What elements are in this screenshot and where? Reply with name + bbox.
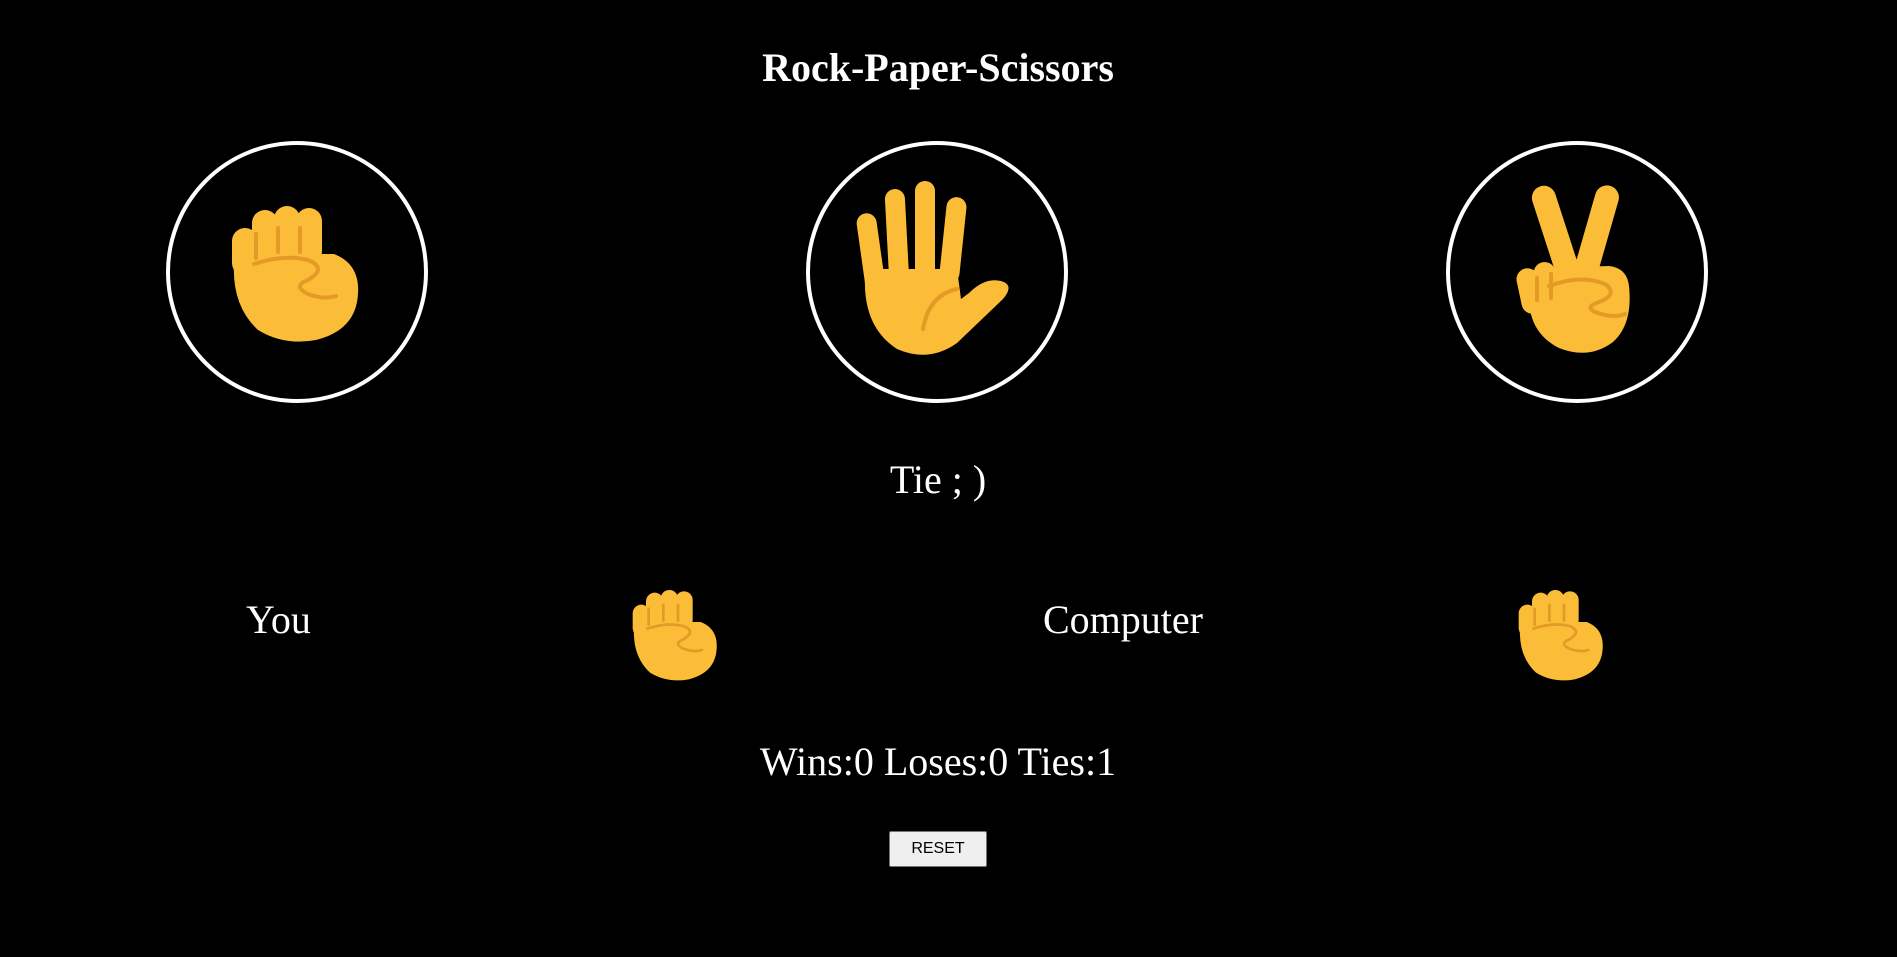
player-pick bbox=[626, 582, 726, 686]
victory-hand-icon bbox=[1515, 180, 1632, 355]
game-screen: Rock-Paper-Scissors Tie ; ) You Computer… bbox=[0, 0, 1897, 957]
raised-hand-icon bbox=[853, 179, 1011, 357]
raised-fist-icon bbox=[230, 204, 361, 344]
paper-choice-button[interactable] bbox=[806, 141, 1068, 403]
raised-fist-icon bbox=[631, 588, 719, 682]
computer-label: Computer bbox=[1043, 597, 1203, 642]
scoreboard: Wins:0 Loses:0 Ties:1 bbox=[759, 739, 1117, 784]
scissors-choice-button[interactable] bbox=[1446, 141, 1708, 403]
player-label: You bbox=[246, 597, 311, 642]
round-result: Tie ; ) bbox=[889, 457, 987, 502]
game-title: Rock-Paper-Scissors bbox=[762, 45, 1114, 90]
reset-button[interactable]: RESET bbox=[889, 831, 987, 867]
rock-choice-button[interactable] bbox=[166, 141, 428, 403]
raised-fist-icon bbox=[1517, 588, 1605, 682]
computer-pick bbox=[1512, 582, 1612, 686]
